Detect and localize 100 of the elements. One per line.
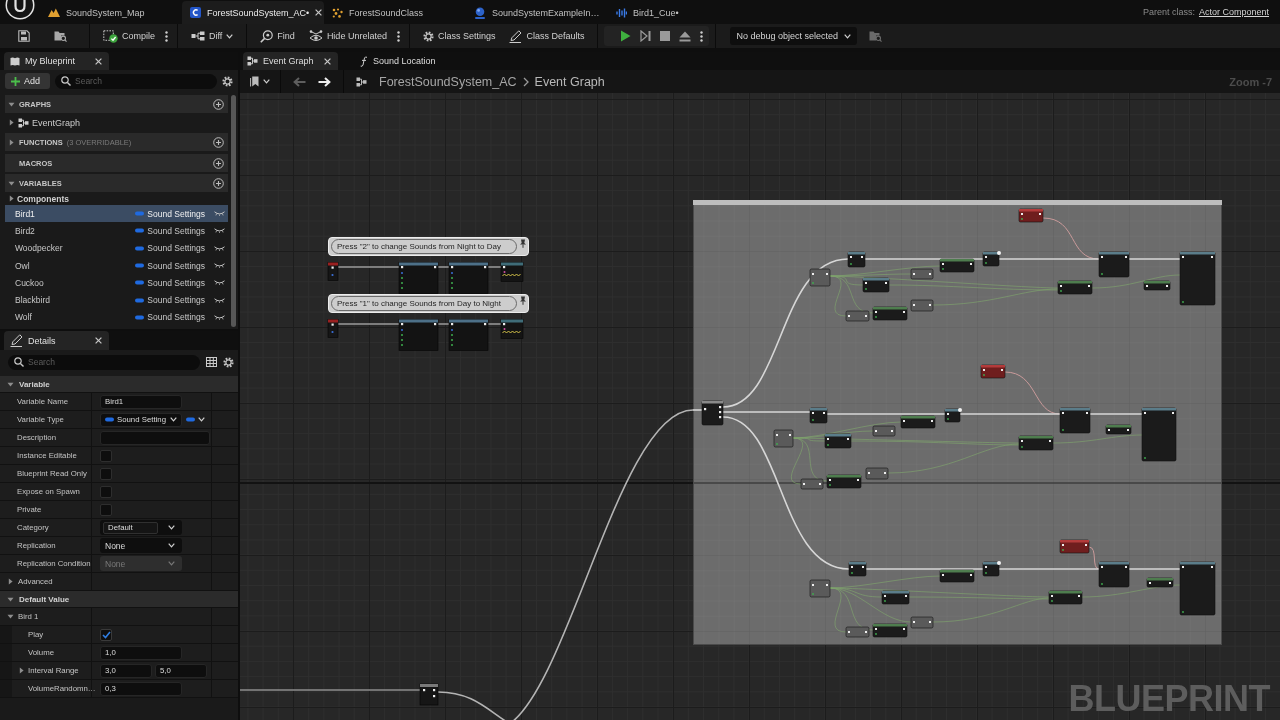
class-settings-button[interactable]: Class Settings xyxy=(417,26,501,46)
variable-name: Bird1 xyxy=(15,208,36,219)
graph-tab[interactable]: Sound Location xyxy=(356,52,443,70)
collapsed-arrow-icon[interactable] xyxy=(7,578,14,585)
breadcrumb-item[interactable]: ForestSoundSystem_AC xyxy=(379,74,517,89)
variable-row[interactable]: Wolf Sound Settings xyxy=(5,308,228,327)
settings-icon[interactable] xyxy=(223,356,234,368)
eye-closed-icon[interactable] xyxy=(214,245,225,251)
more-icon[interactable] xyxy=(165,30,168,42)
eye-closed-icon[interactable] xyxy=(214,228,225,234)
comment-bubble[interactable]: Press "2" to change Sounds from Night to Day xyxy=(328,237,529,256)
category-row[interactable]: Components xyxy=(5,192,228,205)
category-header[interactable]: Default Value xyxy=(0,591,238,608)
eye-closed-icon[interactable] xyxy=(214,263,225,269)
search-input[interactable]: Search xyxy=(28,355,194,369)
expanded-arrow-icon[interactable] xyxy=(7,380,14,388)
checkbox[interactable] xyxy=(100,485,112,498)
variable-row[interactable]: Bird1 Sound Settings xyxy=(5,205,228,223)
variable-row[interactable]: Cuckoo Sound Settings xyxy=(5,274,228,292)
collapsed-arrow-icon[interactable] xyxy=(18,667,25,674)
type-pill-icon xyxy=(135,314,145,320)
folder-search-icon[interactable] xyxy=(54,30,67,42)
scrollbar-thumb[interactable] xyxy=(230,95,236,327)
document-tab[interactable]: Bird1_Cue• xyxy=(608,1,750,24)
expanded-arrow-icon[interactable] xyxy=(7,613,14,620)
search-icon xyxy=(61,76,71,86)
variable-type: Sound Settings xyxy=(147,260,205,271)
graph-item[interactable]: EventGraph xyxy=(5,114,228,131)
caret-icon xyxy=(263,79,270,84)
pin-icon[interactable] xyxy=(519,296,527,305)
class-defaults-button[interactable]: Class Defaults xyxy=(504,26,590,46)
more-icon[interactable] xyxy=(700,30,704,42)
add-icon[interactable] xyxy=(213,136,224,148)
close-icon[interactable] xyxy=(95,57,102,65)
document-tab[interactable]: ForestSoundSystem_AC• xyxy=(182,1,324,24)
settings-icon[interactable] xyxy=(422,30,434,42)
checkbox[interactable] xyxy=(100,628,112,641)
variable-row[interactable]: Bird2 Sound Settings xyxy=(5,222,228,240)
text-field[interactable] xyxy=(100,430,210,445)
eject-icon[interactable] xyxy=(679,30,692,42)
play-icon[interactable] xyxy=(620,30,632,42)
search-field[interactable]: Search xyxy=(8,354,200,370)
eye-closed-icon[interactable] xyxy=(214,280,225,286)
comment-bubble[interactable]: Press "1" to change Sounds from Day to Night xyxy=(328,294,529,313)
table-icon[interactable] xyxy=(206,357,217,367)
step-icon[interactable] xyxy=(640,30,652,42)
breadcrumb-item[interactable]: Event Graph xyxy=(534,74,605,89)
save-icon[interactable] xyxy=(18,30,30,42)
add-icon[interactable] xyxy=(213,177,224,189)
settings-icon[interactable] xyxy=(222,75,233,87)
class-icon xyxy=(190,7,201,18)
compile-button[interactable]: Compile xyxy=(98,26,160,46)
expanded-arrow-icon[interactable] xyxy=(8,100,15,108)
document-tab[interactable]: SoundSystemExampleIn… xyxy=(466,1,608,24)
hide-unrelated-button[interactable]: Hide Unrelated xyxy=(303,26,392,46)
type-pill-icon xyxy=(135,211,145,217)
close-icon[interactable] xyxy=(324,57,331,65)
add-icon[interactable] xyxy=(213,157,224,169)
debug-object-dropdown[interactable]: No debug object selected xyxy=(730,27,858,45)
parent-class-link[interactable]: Actor Component xyxy=(1198,7,1269,17)
close-icon[interactable] xyxy=(315,9,323,16)
type-pill-icon xyxy=(135,280,145,286)
eye-closed-icon[interactable] xyxy=(214,211,225,217)
pin-icon[interactable] xyxy=(519,239,527,248)
close-icon[interactable] xyxy=(95,337,102,344)
forward-arrow-icon[interactable] xyxy=(318,76,331,87)
collapsed-arrow-icon[interactable] xyxy=(8,119,15,126)
expanded-arrow-icon[interactable] xyxy=(8,179,15,187)
panel-tab[interactable]: My Blueprint xyxy=(4,52,109,70)
document-tab[interactable]: SoundSystem_Map xyxy=(40,1,182,24)
stop-icon[interactable] xyxy=(660,31,671,41)
more-icon[interactable] xyxy=(396,30,400,42)
eye-closed-icon[interactable] xyxy=(214,297,225,303)
find-button[interactable]: Find xyxy=(255,26,300,46)
checkmark-icon xyxy=(101,630,111,639)
folder-search-icon[interactable] xyxy=(869,30,883,42)
panel-tab[interactable]: Details xyxy=(4,331,109,350)
variable-row[interactable]: Woodpecker Sound Settings xyxy=(5,239,228,257)
variable-row[interactable]: Blackbird Sound Settings xyxy=(5,291,228,309)
graph-tab[interactable]: Event Graph xyxy=(243,52,338,70)
search-field[interactable]: Search xyxy=(55,73,217,89)
expanded-arrow-icon[interactable] xyxy=(7,595,14,603)
search-input[interactable]: Search xyxy=(75,74,211,88)
add-button[interactable]: Add xyxy=(5,73,50,89)
eye-closed-icon[interactable] xyxy=(214,314,225,320)
document-tab[interactable]: ForestSoundClass xyxy=(324,1,466,24)
diff-button[interactable]: Diff xyxy=(186,26,239,46)
add-icon[interactable] xyxy=(213,98,224,110)
variable-type: Sound Settings xyxy=(147,277,205,288)
variable-row[interactable]: Owl Sound Settings xyxy=(5,256,228,275)
search-icon xyxy=(260,29,274,43)
dropdown[interactable]: None xyxy=(100,538,182,553)
category-header[interactable]: Variable xyxy=(0,376,238,393)
logo-icon[interactable] xyxy=(5,0,35,20)
checkbox[interactable] xyxy=(100,503,112,516)
checkbox[interactable] xyxy=(100,467,112,480)
checkbox[interactable] xyxy=(100,449,112,462)
collapsed-arrow-icon[interactable] xyxy=(8,138,15,146)
collapsed-arrow-icon[interactable] xyxy=(8,195,15,202)
caret-icon xyxy=(844,33,852,39)
